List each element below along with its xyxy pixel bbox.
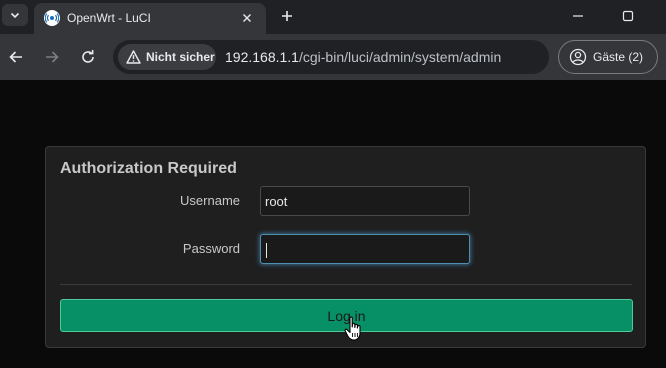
forward-button[interactable] bbox=[41, 46, 63, 68]
url-text: 192.168.1.1/cgi-bin/luci/admin/system/ad… bbox=[225, 49, 501, 65]
text-caret bbox=[266, 243, 267, 258]
minimize-icon bbox=[573, 15, 583, 17]
openwrt-icon bbox=[44, 10, 60, 26]
password-label: Password bbox=[182, 241, 240, 256]
address-bar[interactable]: Nicht sicher 192.168.1.1/cgi-bin/luci/ad… bbox=[113, 40, 549, 74]
profile-label: Gäste (2) bbox=[593, 50, 644, 64]
tab-title: OpenWrt - LuCI bbox=[67, 11, 151, 25]
minimize-window-button[interactable] bbox=[566, 6, 590, 26]
username-label: Username bbox=[180, 193, 240, 208]
url-path: /cgi-bin/luci/admin/system/admin bbox=[298, 49, 502, 65]
username-field[interactable] bbox=[260, 186, 470, 216]
reload-button[interactable] bbox=[77, 46, 99, 68]
tab-search-button[interactable] bbox=[2, 4, 28, 26]
close-icon bbox=[243, 14, 251, 22]
security-indicator[interactable]: Nicht sicher bbox=[118, 44, 216, 70]
plus-icon bbox=[282, 11, 292, 21]
page-title: Authorization Required bbox=[60, 160, 237, 177]
maximize-icon bbox=[622, 10, 634, 22]
divider bbox=[60, 284, 632, 285]
tab-close-button[interactable] bbox=[238, 9, 256, 27]
browser-toolbar: Nicht sicher 192.168.1.1/cgi-bin/luci/ad… bbox=[0, 34, 666, 80]
user-icon bbox=[569, 48, 587, 66]
new-tab-button[interactable] bbox=[276, 5, 298, 27]
hand-pointer-icon bbox=[344, 316, 361, 341]
tab-strip: OpenWrt - LuCI bbox=[0, 0, 666, 34]
arrow-right-icon bbox=[46, 51, 59, 63]
security-label: Nicht sicher bbox=[146, 50, 215, 64]
warning-icon bbox=[126, 50, 141, 64]
browser-tab[interactable]: OpenWrt - LuCI bbox=[34, 3, 266, 34]
url-host: 192.168.1.1 bbox=[225, 49, 299, 65]
maximize-window-button[interactable] bbox=[616, 6, 640, 26]
chevron-down-icon bbox=[10, 12, 20, 19]
reload-icon bbox=[82, 50, 94, 63]
password-field[interactable] bbox=[260, 234, 470, 264]
back-button[interactable] bbox=[5, 46, 27, 68]
profile-button[interactable]: Gäste (2) bbox=[558, 40, 658, 74]
arrow-left-icon bbox=[9, 51, 22, 63]
